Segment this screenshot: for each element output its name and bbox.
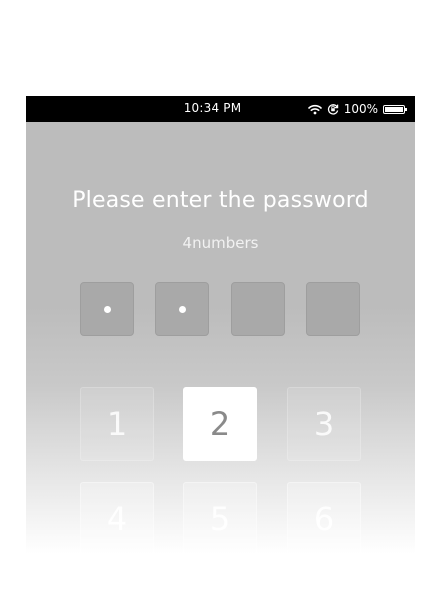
battery-icon <box>383 104 407 114</box>
password-hint: 4numbers <box>182 234 259 252</box>
status-bar: 10:34 PM 100% <box>26 96 415 122</box>
keypad-key-6[interactable]: 6 <box>287 482 361 554</box>
keypad-key-3[interactable]: 3 <box>287 387 361 461</box>
phone-screen: 10:34 PM 100% Please enter the password … <box>26 96 415 554</box>
pin-digit-box-3[interactable] <box>231 282 285 336</box>
keypad-key-1[interactable]: 1 <box>80 387 154 461</box>
battery-tip <box>405 107 407 111</box>
battery-percent: 100% <box>343 102 378 116</box>
orientation-lock-icon <box>327 103 339 115</box>
keypad-key-5[interactable]: 5 <box>183 482 257 554</box>
pin-dot <box>178 305 186 313</box>
wifi-icon <box>307 104 322 115</box>
page: 10:34 PM 100% Please enter the password … <box>0 0 442 604</box>
pin-digit-box-1[interactable] <box>80 282 134 336</box>
status-icons: 100% <box>307 100 407 118</box>
pin-digit-box-2[interactable] <box>155 282 209 336</box>
pin-digit-box-4[interactable] <box>306 282 360 336</box>
page-title: Please enter the password <box>72 188 369 213</box>
battery-fill <box>385 106 403 112</box>
pin-dot <box>103 305 111 313</box>
keypad-key-2[interactable]: 2 <box>183 387 257 461</box>
keypad-key-4[interactable]: 4 <box>80 482 154 554</box>
